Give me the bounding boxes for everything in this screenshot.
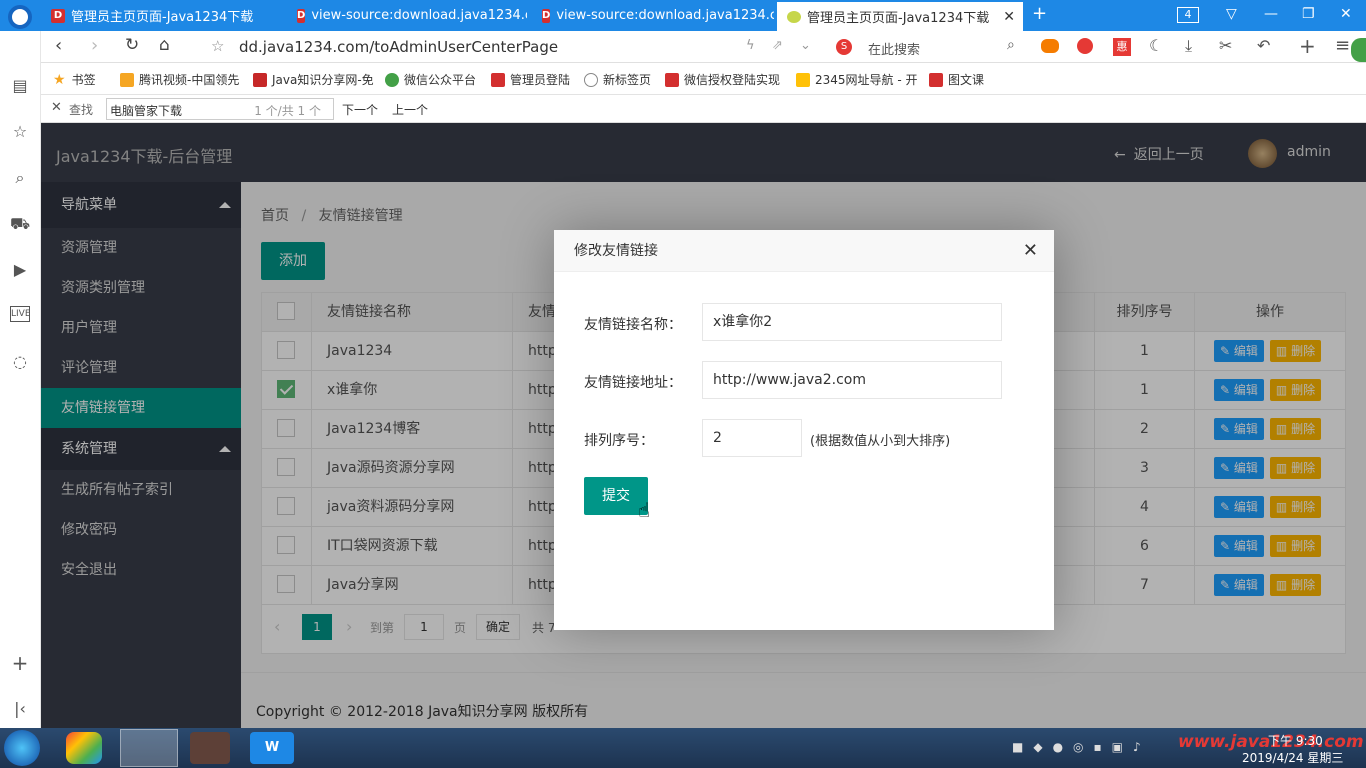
close-tab-icon[interactable]: ✕ — [1003, 9, 1015, 25]
dialog-title: 修改友情链接 — [554, 230, 1054, 272]
tray-icons[interactable]: ■◆●◎▪▣♪ — [1012, 740, 1202, 756]
menu-icon[interactable]: ≡ — [1335, 35, 1350, 56]
find-next-button[interactable]: 下一个 — [342, 101, 378, 118]
bookmark-star-icon[interactable]: ☆ — [211, 37, 224, 55]
forward-icon[interactable]: › — [91, 35, 98, 56]
bookmarks-bar: ★ 书签 腾讯视频-中国领先 Java知识分享网-免 微信公众平台 管理员登陆 新… — [41, 63, 1366, 95]
search-input[interactable]: 在此搜索 — [868, 39, 920, 58]
find-count: 1 个/共 1 个 — [254, 104, 321, 118]
cart-icon[interactable]: ⛟ — [10, 214, 30, 234]
tab-count-badge[interactable]: 4 — [1177, 7, 1199, 23]
url-field[interactable]: http://www.java2.com — [702, 361, 1002, 399]
bookmark-item[interactable]: 微信授权登陆实现 — [665, 71, 780, 88]
favicon-d-icon: D — [542, 8, 551, 23]
bookmark-item[interactable]: 微信公众平台 — [385, 71, 476, 88]
find-label: 查找 — [69, 103, 94, 117]
bookmark-item[interactable]: Java知识分享网-免 — [253, 71, 374, 88]
add-icon[interactable]: + — [1299, 34, 1316, 58]
window-close-icon[interactable]: ✕ — [1340, 6, 1352, 22]
close-find-icon[interactable]: ✕ — [51, 100, 62, 115]
mouse-cursor-icon: ☝ — [638, 498, 651, 522]
bookmark-item[interactable]: 腾讯视频-中国领先 — [120, 71, 239, 88]
close-icon[interactable]: ✕ — [1023, 240, 1038, 261]
download-icon[interactable]: ⤓ — [1185, 36, 1192, 56]
wechat-icon — [385, 72, 399, 87]
java-icon — [253, 72, 267, 87]
score-badge-icon — [1351, 38, 1366, 62]
lightning-icon[interactable]: ϟ — [746, 38, 755, 53]
name-field[interactable]: x谁拿你2 — [702, 303, 1002, 341]
bookmark-item[interactable]: 新标签页 — [584, 71, 651, 88]
browser-tab[interactable]: D 管理员主页页面-Java1234下载 — [41, 0, 281, 31]
find-input[interactable]: 电脑管家下载 1 个/共 1 个 — [106, 98, 334, 120]
order-hint: (根据数值从小到大排序) — [810, 434, 951, 449]
dropdown-icon[interactable]: ⌄ — [800, 38, 811, 53]
c-icon — [929, 72, 943, 87]
restore-icon[interactable]: ❐ — [1302, 6, 1315, 22]
notes-icon[interactable]: ▤ — [10, 76, 30, 96]
os-taskbar: W ■◆●◎▪▣♪ www.java1234.com 下午 9:30 2019/… — [0, 728, 1366, 768]
taskbar-app-icon[interactable] — [66, 732, 102, 764]
order-field[interactable]: 2 — [702, 419, 802, 457]
browser-side-strip: ▤ ☆ ⌕ ⛟ ▶ LIVE ◌ + |‹ — [0, 31, 41, 728]
find-bar: ✕ 查找 电脑管家下载 1 个/共 1 个 下一个 上一个 — [41, 95, 1366, 123]
favicon-d-icon: D — [297, 8, 306, 23]
cut-icon[interactable]: ✂ — [1219, 36, 1232, 55]
browser-tab-active[interactable]: 管理员主页页面-Java1234下载 ✕ — [777, 2, 1023, 31]
search-engine-icon[interactable]: S — [836, 39, 852, 55]
skin-icon[interactable]: ▽ — [1226, 6, 1237, 22]
address-toolbar: ‹ › ↻ ⌂ ☆ dd.java1234.com/toAdminUserCen… — [41, 31, 1366, 63]
live-icon[interactable]: LIVE — [10, 306, 31, 322]
taskbar-ide-icon[interactable] — [190, 732, 230, 764]
extension-icon[interactable] — [1077, 38, 1093, 54]
favorites-icon[interactable]: ☆ — [10, 122, 30, 142]
bookmark-item[interactable]: 2345网址导航 - 开 — [796, 71, 918, 88]
taskbar-browser-icon[interactable] — [120, 729, 178, 767]
bookmark-item[interactable]: ★ 书签 — [53, 71, 96, 88]
new-tab-icon[interactable]: + — [1032, 3, 1047, 24]
c-icon — [665, 72, 679, 87]
game-icon[interactable] — [1041, 39, 1059, 53]
video-icon — [120, 72, 134, 87]
video-icon[interactable]: ▶ — [10, 260, 30, 280]
undo-icon[interactable]: ↶ — [1257, 36, 1270, 55]
night-mode-icon[interactable]: ☾ — [1149, 36, 1163, 55]
favicon-d-icon: D — [51, 8, 65, 23]
url-field[interactable]: dd.java1234.com/toAdminUserCenterPage — [239, 38, 558, 56]
browser-tab[interactable]: Dview-source:download.java1234.co — [287, 0, 527, 31]
taskbar-wps-icon[interactable]: W — [250, 732, 294, 764]
bookmark-item[interactable]: 图文课 — [929, 71, 984, 88]
home-icon[interactable]: ⌂ — [159, 35, 170, 55]
browser-tab-bar: D 管理员主页页面-Java1234下载 Dview-source:downloa… — [0, 0, 1366, 31]
bookmark-item[interactable]: 管理员登陆 — [491, 71, 570, 88]
browser-logo-icon[interactable] — [8, 5, 32, 29]
collapse-icon[interactable]: |‹ — [10, 699, 30, 719]
start-button-icon[interactable] — [4, 730, 40, 766]
browser-tab[interactable]: Dview-source:download.java1234.co — [532, 0, 774, 31]
search-icon[interactable]: ⌕ — [10, 168, 30, 188]
order-label: 排列序号： — [584, 433, 654, 449]
minimize-icon[interactable]: — — [1264, 6, 1278, 22]
share-icon[interactable]: ⇗ — [772, 38, 783, 53]
favicon-leaf-icon — [787, 10, 801, 23]
find-prev-button[interactable]: 上一个 — [392, 101, 428, 118]
hui-icon[interactable]: 惠 — [1113, 38, 1131, 56]
search-icon[interactable]: ⌕ — [1007, 37, 1015, 53]
refresh-icon[interactable]: ↻ — [125, 35, 139, 55]
add-icon[interactable]: + — [10, 653, 30, 673]
clock-date[interactable]: 2019/4/24 星期三 — [1242, 749, 1343, 766]
url-label: 友情链接地址： — [584, 375, 682, 391]
edit-link-dialog: 修改友情链接 ✕ 友情链接名称： x谁拿你2 友情链接地址： http://ww… — [554, 230, 1054, 630]
back-icon[interactable]: ‹ — [55, 35, 62, 56]
2345-icon — [796, 72, 810, 87]
chat-icon[interactable]: ◌ — [10, 352, 30, 372]
favicon-d-icon — [491, 72, 505, 87]
name-label: 友情链接名称： — [584, 317, 682, 333]
globe-icon — [584, 72, 598, 87]
clock-time[interactable]: 下午 9:30 — [1268, 732, 1323, 749]
star-icon: ★ — [53, 71, 66, 88]
